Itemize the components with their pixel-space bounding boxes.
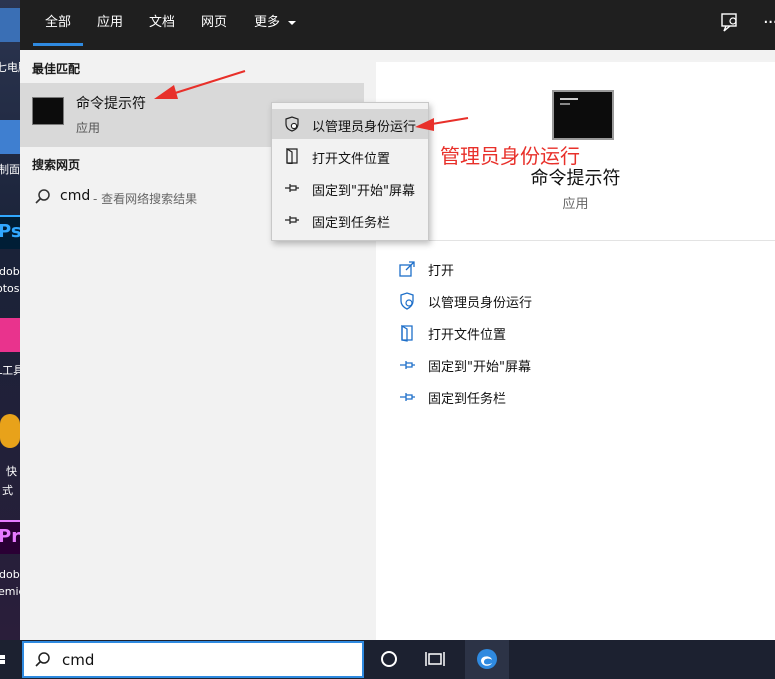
open-icon [399, 261, 415, 277]
action-pin-to-taskbar[interactable]: 固定到任务栏 [398, 386, 738, 408]
folder-open-icon [286, 148, 298, 164]
desktop-strip: 七电脑 制面 Ps dob otos L工具 快 式 Pr dob emie [0, 0, 20, 640]
web-search-query: cmd [60, 188, 91, 204]
ctx-label: 固定到"开始"屏幕 [312, 184, 415, 199]
action-label: 以管理员身份运行 [428, 296, 533, 311]
fast-app-icon[interactable] [0, 414, 20, 448]
pin-icon [400, 361, 415, 369]
pin-icon [400, 393, 415, 401]
ctx-pin-to-start[interactable]: 固定到"开始"屏幕 [272, 173, 428, 203]
preview-divider [376, 240, 775, 241]
desktop-label: otos [0, 282, 20, 295]
ctx-pin-to-taskbar[interactable]: 固定到任务栏 [272, 205, 428, 235]
browser-icon [477, 649, 497, 669]
action-label: 固定到任务栏 [428, 392, 507, 407]
action-label: 打开文件位置 [428, 328, 507, 343]
taskbar: cmd [0, 640, 775, 679]
tab-all[interactable]: 全部 [32, 0, 84, 50]
cmd-large-icon [552, 90, 614, 140]
annotation-arrow-run-as-admin [415, 117, 469, 131]
web-search-title: 搜索网页 [32, 158, 81, 172]
best-match-title: 最佳匹配 [32, 62, 81, 76]
action-open[interactable]: 打开 [398, 258, 738, 280]
desktop-app-icon[interactable] [0, 8, 20, 42]
feedback-icon[interactable] [720, 12, 740, 34]
pin-icon [285, 184, 299, 192]
cortana-icon[interactable] [378, 648, 400, 670]
action-open-file-location[interactable]: 打开文件位置 [398, 322, 738, 344]
tab-apps[interactable]: 应用 [97, 0, 123, 50]
ctx-label: 以管理员身份运行 [312, 120, 417, 135]
search-icon [35, 189, 50, 204]
best-match-type: 应用 [76, 121, 101, 135]
desktop-label: 式 [2, 484, 13, 497]
folder-open-icon [401, 324, 413, 342]
desktop-label: dob [0, 265, 20, 278]
action-label: 打开 [428, 264, 455, 279]
pin-icon [285, 216, 299, 224]
ctx-label: 固定到任务栏 [312, 216, 391, 231]
chevron-down-icon [288, 20, 297, 25]
desktop-label: 七电脑 [0, 61, 20, 74]
action-run-as-admin[interactable]: 以管理员身份运行 [398, 290, 738, 312]
premiere-icon[interactable]: Pr [0, 520, 20, 554]
desktop-label: 制面 [0, 163, 20, 176]
desktop-label: emie [0, 585, 20, 598]
action-label: 固定到"开始"屏幕 [428, 360, 531, 375]
action-pin-to-start[interactable]: 固定到"开始"屏幕 [398, 354, 738, 376]
shield-icon [285, 116, 299, 132]
context-menu: 以管理员身份运行 打开文件位置 固定到"开始"屏幕 固定到任务栏 [271, 102, 429, 241]
search-header: 全部 应用 文档 网页 更多 ··· [20, 0, 775, 50]
ctx-run-as-admin[interactable]: 以管理员身份运行 [272, 109, 428, 139]
task-view-icon[interactable] [424, 648, 446, 670]
annotation-arrow-best-match [154, 70, 246, 99]
tab-more[interactable]: 更多 [254, 0, 297, 50]
web-search-hint: - 查看网络搜索结果 [93, 192, 198, 206]
tab-more-label: 更多 [254, 15, 281, 30]
control-panel-icon[interactable] [0, 120, 20, 154]
shield-icon [400, 292, 414, 310]
best-match-name: 命令提示符 [76, 96, 146, 112]
taskbar-search-box[interactable]: cmd [22, 641, 364, 678]
photoshop-icon[interactable]: Ps [0, 215, 20, 249]
tool-app-icon[interactable] [0, 318, 20, 352]
tab-documents[interactable]: 文档 [149, 0, 175, 50]
cmd-app-icon [32, 97, 64, 125]
annotation-text: 管理员身份运行 [440, 144, 580, 168]
ctx-label: 打开文件位置 [312, 152, 391, 167]
windows-start-icon[interactable] [0, 640, 22, 679]
desktop-label: L工具 [0, 364, 20, 377]
desktop-label: 快 [6, 465, 17, 478]
taskbar-active-app[interactable] [465, 640, 509, 679]
desktop-label: dob [0, 568, 20, 581]
search-icon [35, 652, 50, 667]
ctx-open-file-location[interactable]: 打开文件位置 [272, 141, 428, 171]
preview-app-type: 应用 [562, 197, 589, 212]
more-options-icon[interactable]: ··· [763, 12, 775, 34]
tab-web[interactable]: 网页 [201, 0, 227, 50]
search-input[interactable]: cmd [62, 651, 94, 669]
